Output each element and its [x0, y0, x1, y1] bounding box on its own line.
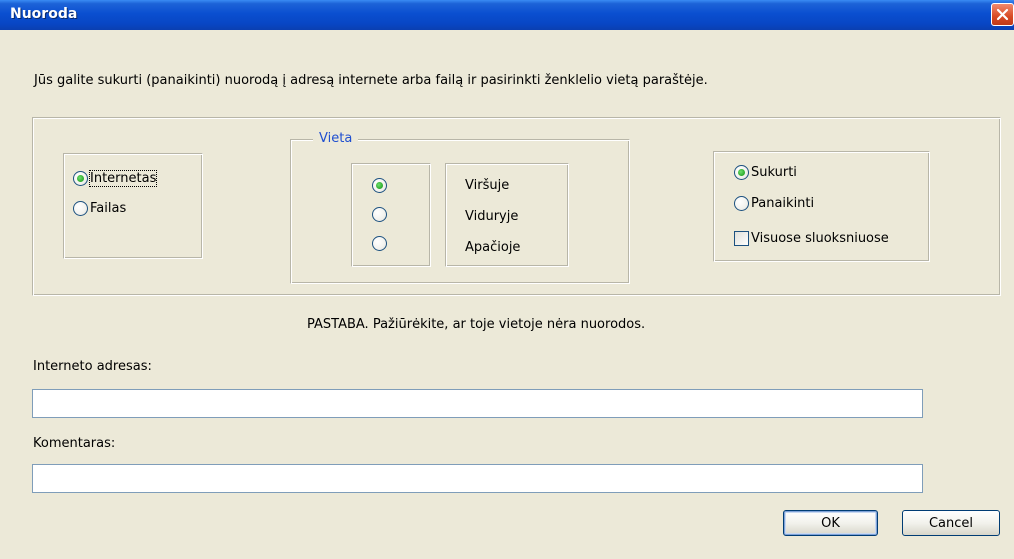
- label-all-layers[interactable]: Visuose sluoksniuose: [751, 231, 889, 246]
- title-bar[interactable]: Nuoroda: [0, 0, 1014, 30]
- radio-sukurti[interactable]: [734, 165, 749, 180]
- radio-virsuje[interactable]: [372, 178, 387, 193]
- radio-internetas[interactable]: [73, 171, 88, 186]
- radio-panaikinti[interactable]: [734, 196, 749, 211]
- label-virsuje[interactable]: Viršuje: [465, 178, 509, 193]
- label-internetas[interactable]: Internetas: [88, 170, 158, 187]
- radio-apacioje[interactable]: [372, 236, 387, 251]
- label-panaikinti[interactable]: Panaikinti: [751, 196, 814, 211]
- dialog-description: Jūs galite sukurti (panaikinti) nuorodą …: [34, 73, 708, 88]
- window-title: Nuoroda: [10, 6, 78, 22]
- placement-radio-column: [351, 163, 431, 267]
- placement-legend: Vieta: [313, 131, 359, 146]
- radio-viduryje[interactable]: [372, 207, 387, 222]
- label-sukurti[interactable]: Sukurti: [751, 165, 797, 180]
- label-viduryje[interactable]: Viduryje: [465, 209, 518, 224]
- comment-label: Komentaras:: [33, 436, 116, 451]
- label-apacioje[interactable]: Apačioje: [465, 240, 520, 255]
- checkbox-all-layers[interactable]: [734, 231, 749, 246]
- dialog-window: Nuoroda Jūs galite sukurti (panaikinti) …: [0, 0, 1014, 559]
- url-label: Interneto adresas:: [33, 359, 152, 374]
- label-failas[interactable]: Failas: [90, 201, 126, 216]
- radio-failas[interactable]: [73, 201, 88, 216]
- close-button[interactable]: [991, 3, 1014, 26]
- comment-input[interactable]: [32, 464, 923, 493]
- close-x-icon: [996, 8, 1009, 21]
- url-input[interactable]: [32, 389, 923, 418]
- note-text: PASTABA. Pažiūrėkite, ar toje vietoje nė…: [307, 317, 646, 332]
- ok-button[interactable]: OK: [783, 510, 878, 536]
- cancel-button[interactable]: Cancel: [902, 510, 1000, 536]
